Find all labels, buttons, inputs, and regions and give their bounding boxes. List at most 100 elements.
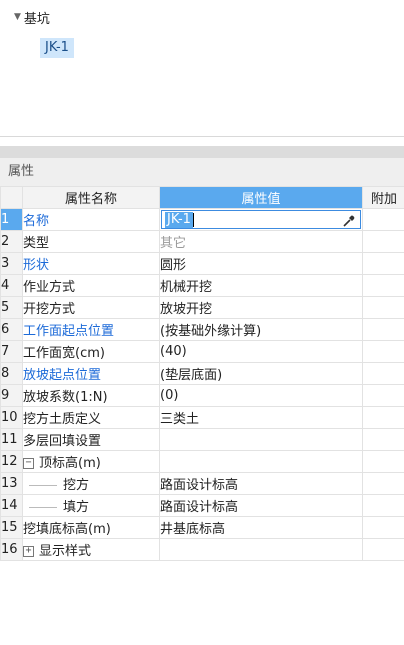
table-row[interactable]: 9 放坡系数(1:N) (0) bbox=[0, 384, 404, 407]
extra-cell[interactable] bbox=[362, 318, 404, 341]
table-row[interactable]: 16 + 显示样式 bbox=[0, 538, 404, 561]
property-name[interactable]: 工作面起点位置 bbox=[22, 318, 160, 341]
table-row[interactable]: 11 多层回填设置 bbox=[0, 428, 404, 451]
extra-cell[interactable] bbox=[362, 472, 404, 495]
extra-cell[interactable] bbox=[362, 428, 404, 451]
extra-cell[interactable] bbox=[362, 296, 404, 319]
property-value[interactable]: (垫层底面) bbox=[159, 362, 363, 385]
header-row-number bbox=[0, 186, 23, 209]
row-number: 1 bbox=[0, 208, 23, 231]
expand-icon[interactable]: + bbox=[23, 546, 34, 557]
component-tree: ▼ 基坑 JK-1 bbox=[0, 0, 404, 136]
splitter-bar[interactable] bbox=[0, 146, 404, 158]
table-row[interactable]: 4 作业方式 机械开挖 bbox=[0, 274, 404, 297]
tree-guide-line bbox=[29, 507, 57, 508]
header-property-value[interactable]: 属性值 bbox=[159, 186, 363, 209]
property-name[interactable]: 挖方土质定义 bbox=[22, 406, 160, 429]
property-value-editor[interactable]: JK-1 bbox=[159, 208, 363, 231]
property-name[interactable]: 作业方式 bbox=[22, 274, 160, 297]
row-number: 15 bbox=[0, 516, 23, 539]
panel-title: 属性 bbox=[8, 164, 35, 179]
extra-cell[interactable] bbox=[362, 538, 404, 561]
table-row[interactable]: 15 挖填底标高(m) 井基底标高 bbox=[0, 516, 404, 539]
row-number: 11 bbox=[0, 428, 23, 451]
property-name-group[interactable]: + 显示样式 bbox=[22, 538, 160, 561]
table-row[interactable]: 6 工作面起点位置 (按基础外缘计算) bbox=[0, 318, 404, 341]
child-label: 挖方 bbox=[63, 478, 90, 493]
extra-cell[interactable] bbox=[362, 274, 404, 297]
property-name[interactable]: 放坡系数(1:N) bbox=[22, 384, 160, 407]
extra-cell[interactable] bbox=[362, 340, 404, 363]
divider bbox=[0, 136, 404, 137]
row-number: 10 bbox=[0, 406, 23, 429]
property-value[interactable]: 路面设计标高 bbox=[159, 494, 363, 517]
property-name[interactable]: 工作面宽(cm) bbox=[22, 340, 160, 363]
header-extra[interactable]: 附加 bbox=[362, 186, 404, 209]
tree-item-jk1[interactable]: JK-1 bbox=[40, 38, 74, 58]
row-number: 5 bbox=[0, 296, 23, 319]
property-value[interactable]: (0) bbox=[159, 384, 363, 407]
property-value[interactable]: 机械开挖 bbox=[159, 274, 363, 297]
table-row[interactable]: 3 形状 圆形 bbox=[0, 252, 404, 275]
property-name[interactable]: 类型 bbox=[22, 230, 160, 253]
extra-cell[interactable] bbox=[362, 252, 404, 275]
row-number: 12 bbox=[0, 450, 23, 473]
property-value[interactable]: 三类土 bbox=[159, 406, 363, 429]
property-name[interactable]: 挖填底标高(m) bbox=[22, 516, 160, 539]
table-row[interactable]: 8 放坡起点位置 (垫层底面) bbox=[0, 362, 404, 385]
grid-header-row: 属性名称 属性值 附加 bbox=[0, 186, 404, 209]
collapse-icon[interactable]: − bbox=[23, 458, 34, 469]
property-value[interactable]: 圆形 bbox=[159, 252, 363, 275]
property-value[interactable]: (40) bbox=[159, 340, 363, 363]
group-label: 显示样式 bbox=[39, 544, 92, 559]
properties-panel-header: 属性 bbox=[0, 158, 404, 186]
selected-text: JK-1 bbox=[165, 211, 193, 228]
caret-down-icon[interactable]: ▼ bbox=[14, 12, 21, 22]
table-row[interactable]: 2 类型 其它 bbox=[0, 230, 404, 253]
table-row[interactable]: 1 名称 JK-1 bbox=[0, 208, 404, 231]
group-label: 顶标高(m) bbox=[39, 456, 101, 471]
property-grid: 属性名称 属性值 附加 1 名称 JK-1 2 类型 其它 3 形状 圆形 4 … bbox=[0, 186, 404, 561]
name-input[interactable]: JK-1 bbox=[161, 210, 361, 229]
property-name[interactable]: 开挖方式 bbox=[22, 296, 160, 319]
table-row[interactable]: 12 − 顶标高(m) bbox=[0, 450, 404, 473]
extra-cell[interactable] bbox=[362, 230, 404, 253]
extra-cell[interactable] bbox=[362, 494, 404, 517]
property-value[interactable]: 其它 bbox=[159, 230, 363, 253]
property-value[interactable] bbox=[159, 428, 363, 451]
property-value[interactable]: 井基底标高 bbox=[159, 516, 363, 539]
property-value[interactable]: 放坡开挖 bbox=[159, 296, 363, 319]
eyedropper-icon[interactable] bbox=[342, 214, 356, 228]
table-row[interactable]: 14 填方 路面设计标高 bbox=[0, 494, 404, 517]
property-name-child[interactable]: 填方 bbox=[22, 494, 160, 517]
tree-node-label: 基坑 bbox=[23, 11, 50, 27]
property-name[interactable]: 形状 bbox=[22, 252, 160, 275]
tree-node-jikeng[interactable]: ▼ 基坑 bbox=[14, 7, 50, 27]
extra-cell[interactable] bbox=[362, 406, 404, 429]
property-value[interactable] bbox=[159, 538, 363, 561]
property-name-child[interactable]: 挖方 bbox=[22, 472, 160, 495]
row-number: 7 bbox=[0, 340, 23, 363]
table-row[interactable]: 7 工作面宽(cm) (40) bbox=[0, 340, 404, 363]
row-number: 3 bbox=[0, 252, 23, 275]
property-name-group[interactable]: − 顶标高(m) bbox=[22, 450, 160, 473]
text-caret bbox=[192, 212, 194, 227]
header-property-name[interactable]: 属性名称 bbox=[22, 186, 160, 209]
extra-cell[interactable] bbox=[362, 362, 404, 385]
table-row[interactable]: 5 开挖方式 放坡开挖 bbox=[0, 296, 404, 319]
property-name[interactable]: 多层回填设置 bbox=[22, 428, 160, 451]
table-row[interactable]: 10 挖方土质定义 三类土 bbox=[0, 406, 404, 429]
property-value[interactable] bbox=[159, 450, 363, 473]
row-number: 13 bbox=[0, 472, 23, 495]
table-row[interactable]: 13 挖方 路面设计标高 bbox=[0, 472, 404, 495]
row-number: 9 bbox=[0, 384, 23, 407]
extra-cell[interactable] bbox=[362, 208, 404, 231]
property-name[interactable]: 名称 bbox=[22, 208, 160, 231]
property-value[interactable]: 路面设计标高 bbox=[159, 472, 363, 495]
tree-guide-line bbox=[29, 485, 57, 486]
property-name[interactable]: 放坡起点位置 bbox=[22, 362, 160, 385]
extra-cell[interactable] bbox=[362, 516, 404, 539]
extra-cell[interactable] bbox=[362, 384, 404, 407]
property-value[interactable]: (按基础外缘计算) bbox=[159, 318, 363, 341]
extra-cell[interactable] bbox=[362, 450, 404, 473]
